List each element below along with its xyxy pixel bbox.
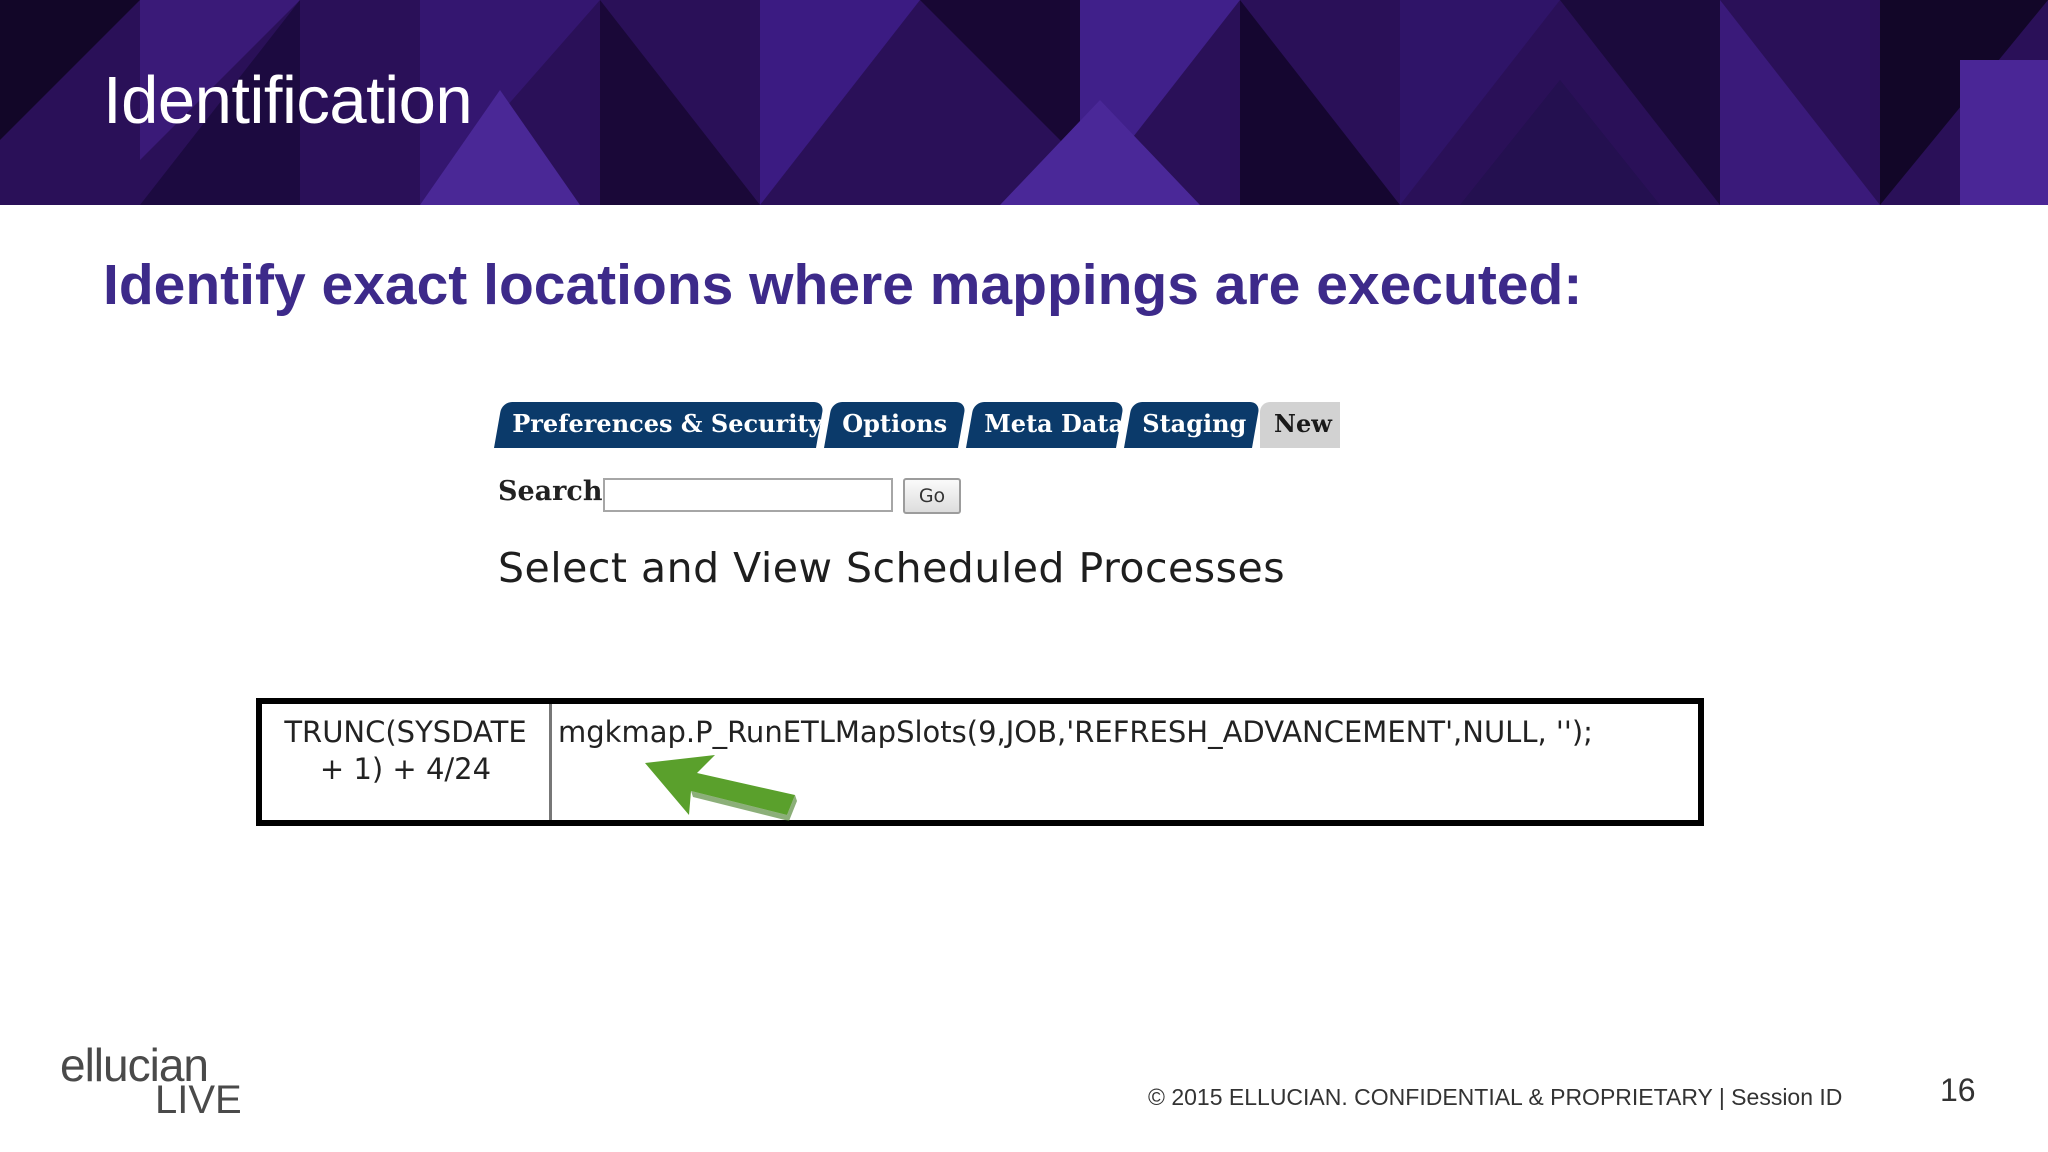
copyright-notice: © 2015 ELLUCIAN. CONFIDENTIAL & PROPRIET… — [1148, 1084, 1843, 1110]
tab-label: New \ — [1274, 409, 1340, 438]
slide-subtitle: Identify exact locations where mappings … — [103, 253, 1583, 317]
tab-label: Meta Data — [984, 409, 1125, 438]
page-number: 16 — [1940, 1072, 1976, 1108]
header-banner: Identification — [0, 0, 2048, 205]
green-arrow-icon — [645, 755, 797, 821]
table-cell-procedure: mgkmap.P_RunETLMapSlots(9,JOB,'REFRESH_A… — [558, 715, 1593, 749]
tab-label: Preferences & Security — [512, 409, 823, 438]
table-cell-schedule: TRUNC(SYSDATE + 1) + 4/24 — [262, 704, 552, 820]
tab-preferences-security[interactable]: Preferences & Security — [494, 402, 825, 448]
job-table: TRUNC(SYSDATE + 1) + 4/24 mgkmap.P_RunET… — [256, 698, 1704, 826]
search-input[interactable] — [603, 478, 893, 512]
schedule-line-2: + 1) + 4/24 — [319, 752, 492, 786]
tab-new[interactable]: New \ — [1260, 402, 1340, 448]
search-label: Search — [498, 476, 603, 507]
tab-staging[interactable]: Staging — [1124, 402, 1261, 448]
tab-label: Options — [842, 409, 948, 438]
app-tab-bar: Preferences & Security Options Meta Data… — [494, 402, 1340, 448]
tab-options[interactable]: Options — [824, 402, 967, 448]
tab-meta-data[interactable]: Meta Data — [966, 402, 1125, 448]
go-button[interactable]: Go — [903, 478, 961, 514]
live-logo: LIVE — [155, 1078, 242, 1122]
tab-label: Staging — [1142, 409, 1247, 438]
slide-title: Identification — [103, 63, 473, 138]
page-heading: Select and View Scheduled Processes — [498, 544, 1286, 592]
schedule-line-1: TRUNC(SYSDATE — [284, 715, 527, 749]
